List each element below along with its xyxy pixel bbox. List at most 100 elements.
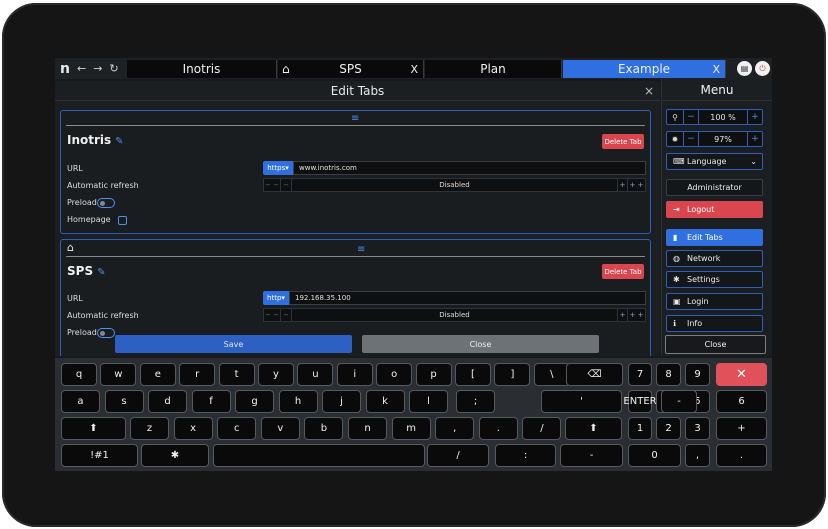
key-7[interactable]: 7 — [628, 363, 652, 386]
language-select[interactable]: ⌨ Language ⌄ — [666, 153, 763, 170]
menu-close-button[interactable]: Close — [665, 335, 766, 354]
menu-item-network[interactable]: ◍ Network — [666, 250, 763, 267]
key-d[interactable]: d — [148, 390, 187, 413]
refresh-icon[interactable]: ↻ — [109, 62, 118, 75]
key-9[interactable]: 9 — [685, 363, 710, 386]
key-u[interactable]: u — [297, 363, 334, 386]
increase-button[interactable]: + — [617, 309, 628, 321]
key-,[interactable]: , — [685, 444, 710, 467]
zoom-out-button[interactable]: − — [684, 110, 699, 124]
shift-key[interactable]: ⬆ — [565, 417, 622, 440]
key-y[interactable]: y — [258, 363, 294, 386]
keyboard-icon[interactable]: ▤ — [737, 61, 752, 76]
enter-key[interactable]: ENTER — [623, 390, 657, 413]
key-e[interactable]: e — [139, 363, 176, 386]
key-/[interactable]: / — [427, 444, 489, 467]
logout-button[interactable]: ⇥ Logout — [666, 201, 763, 218]
shift-key[interactable]: ⬆ — [61, 417, 126, 440]
forward-arrow-icon[interactable]: → — [93, 62, 102, 75]
pencil-icon[interactable]: ✎ — [97, 267, 105, 278]
menu-item-info[interactable]: ℹ Info — [666, 315, 763, 332]
key-.[interactable]: . — [716, 444, 767, 467]
space-key[interactable] — [213, 444, 425, 467]
menu-item-settings[interactable]: ✱ Settings — [666, 271, 763, 288]
protocol-select[interactable]: https ▾ — [263, 161, 293, 175]
settings-key[interactable]: ✱ — [141, 444, 209, 467]
decrease-more-button[interactable]: − − — [264, 179, 281, 191]
tab-inotris[interactable]: Inotris — [127, 60, 277, 78]
clear-key[interactable]: ✕ — [716, 363, 767, 386]
key-6[interactable]: 6 — [716, 390, 767, 413]
tab-example[interactable]: Example X — [563, 60, 726, 78]
key-1[interactable]: 1 — [628, 417, 652, 440]
key--[interactable]: - — [560, 444, 623, 467]
decrease-button[interactable]: − — [281, 179, 292, 191]
key-][interactable]: ] — [494, 363, 531, 386]
key-q[interactable]: q — [61, 363, 97, 386]
key-x[interactable]: x — [173, 417, 213, 440]
decrease-more-button[interactable]: − − — [264, 309, 281, 321]
save-button[interactable]: Save — [115, 335, 352, 353]
protocol-select[interactable]: http ▾ — [263, 291, 289, 305]
drag-handle-icon[interactable]: ≡ — [357, 244, 365, 255]
delete-tab-button[interactable]: Delete Tab — [602, 264, 644, 279]
increase-button[interactable]: + — [617, 179, 628, 191]
close-button[interactable]: Close — [362, 335, 599, 353]
key-0[interactable]: 0 — [628, 444, 681, 467]
backspace-key[interactable]: ⌫ — [566, 363, 623, 386]
key-.[interactable]: . — [478, 417, 518, 440]
key-g[interactable]: g — [235, 390, 274, 413]
key-j[interactable]: j — [322, 390, 361, 413]
back-arrow-icon[interactable]: ← — [77, 62, 86, 75]
key-o[interactable]: o — [376, 363, 413, 386]
key-k[interactable]: k — [365, 390, 405, 413]
menu-item-login[interactable]: ▣ Login — [666, 293, 763, 310]
key-a[interactable]: a — [61, 390, 100, 413]
preload-toggle[interactable] — [97, 328, 115, 338]
preload-toggle[interactable] — [97, 198, 115, 208]
key--[interactable]: - — [661, 390, 697, 413]
key-[[interactable]: [ — [455, 363, 491, 386]
key-v[interactable]: v — [260, 417, 300, 440]
tab-sps[interactable]: ⌂ SPS X — [278, 60, 424, 78]
increase-more-button[interactable]: + + — [628, 309, 645, 321]
key-c[interactable]: c — [217, 417, 257, 440]
key-w[interactable]: w — [100, 363, 137, 386]
drag-handle-icon[interactable]: ≡ — [351, 113, 359, 124]
key-m[interactable]: m — [391, 417, 431, 440]
key-p[interactable]: p — [415, 363, 452, 386]
delete-tab-button[interactable]: Delete Tab — [602, 134, 644, 149]
key-f[interactable]: f — [191, 390, 231, 413]
key-b[interactable]: b — [304, 417, 344, 440]
key-,[interactable]: , — [435, 417, 475, 440]
tab-plan[interactable]: Plan — [425, 60, 562, 78]
key-:[interactable]: : — [495, 444, 556, 467]
key-l[interactable]: l — [409, 390, 448, 413]
zoom-in-button[interactable]: + — [747, 110, 762, 124]
key-h[interactable]: h — [278, 390, 318, 413]
url-input[interactable]: www.inotris.com — [293, 161, 646, 175]
key-'[interactable]: ' — [541, 390, 622, 413]
menu-item-edit-tabs[interactable]: ▮ Edit Tabs — [666, 229, 763, 246]
symbols-key[interactable]: !#1 — [61, 444, 138, 467]
url-input[interactable]: 192.168.35.100 — [289, 291, 646, 305]
decrease-button[interactable]: − — [281, 309, 292, 321]
key-r[interactable]: r — [179, 363, 216, 386]
key-+[interactable]: + — [716, 417, 767, 440]
close-icon[interactable]: × — [644, 84, 654, 98]
key-i[interactable]: i — [336, 363, 373, 386]
increase-more-button[interactable]: + + — [628, 179, 645, 191]
key-8[interactable]: 8 — [656, 363, 681, 386]
tab-close-icon[interactable]: X — [712, 63, 720, 76]
key-n[interactable]: n — [348, 417, 387, 440]
key-s[interactable]: s — [104, 390, 144, 413]
key-3[interactable]: 3 — [685, 417, 710, 440]
key-z[interactable]: z — [130, 417, 169, 440]
power-icon[interactable]: ⏻ — [755, 61, 770, 76]
key-;[interactable]: ; — [456, 390, 495, 413]
tab-close-icon[interactable]: X — [410, 63, 418, 76]
key-2[interactable]: 2 — [656, 417, 681, 440]
brightness-down-button[interactable]: − — [684, 132, 699, 146]
homepage-checkbox[interactable] — [118, 216, 127, 225]
pencil-icon[interactable]: ✎ — [115, 136, 123, 147]
